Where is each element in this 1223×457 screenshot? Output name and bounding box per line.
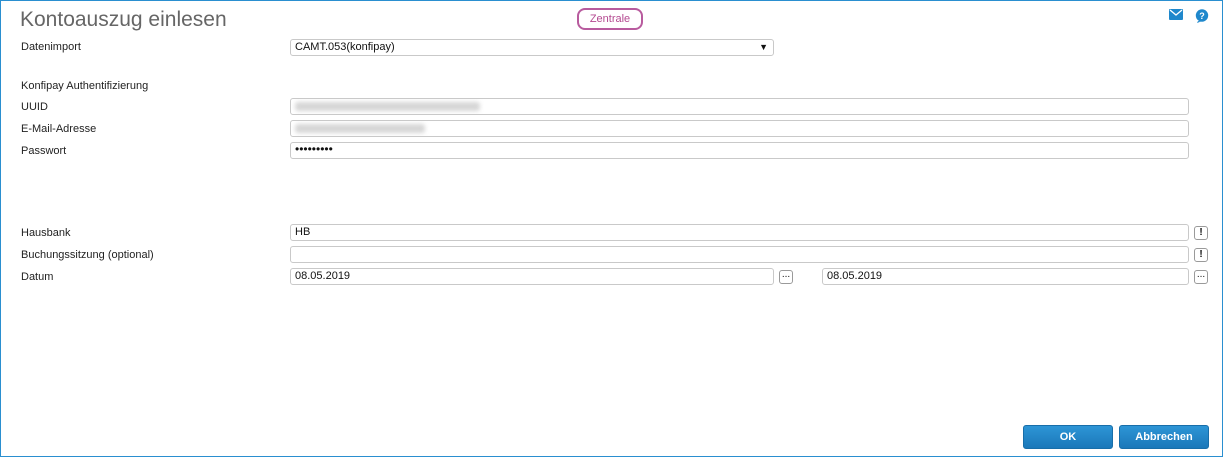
chevron-down-icon: ▼ (759, 42, 768, 52)
page-title: Kontoauszug einlesen (20, 8, 227, 31)
hausbank-input[interactable]: HB (290, 224, 1189, 241)
datum-from-input[interactable]: 08.05.2019 (290, 268, 774, 285)
datum-to-value: 08.05.2019 (827, 270, 883, 282)
buchungssitzung-label: Buchungssitzung (optional) (21, 249, 154, 261)
uuid-label: UUID (21, 101, 48, 113)
passwort-label: Passwort (21, 145, 67, 157)
hausbank-lookup-button[interactable]: ! (1194, 226, 1208, 240)
auth-section-heading: Konfipay Authentifizierung (21, 80, 149, 92)
email-label: E-Mail-Adresse (21, 123, 97, 135)
svg-text:?: ? (1199, 11, 1205, 21)
datum-to-picker-button[interactable]: ... (1194, 270, 1208, 284)
buchungssitzung-lookup-button[interactable]: ! (1194, 248, 1208, 262)
hausbank-value: HB (295, 226, 311, 238)
datum-from-picker-button[interactable]: ... (779, 270, 793, 284)
datum-from-value: 08.05.2019 (295, 270, 351, 282)
hausbank-label: Hausbank (21, 227, 71, 239)
passwort-input[interactable]: ••••••••• (290, 142, 1189, 159)
datenimport-select[interactable]: CAMT.053(konfipay) ▼ (290, 39, 774, 56)
buchungssitzung-input[interactable] (290, 246, 1189, 263)
cancel-button[interactable]: Abbrechen (1119, 425, 1209, 449)
email-value (295, 124, 425, 133)
location-badge[interactable]: Zentrale (577, 8, 643, 30)
datum-to-input[interactable]: 08.05.2019 (822, 268, 1189, 285)
help-icon[interactable]: ? (1195, 9, 1209, 26)
passwort-value: ••••••••• (295, 142, 333, 156)
datum-label: Datum (21, 271, 54, 283)
ok-button[interactable]: OK (1023, 425, 1113, 449)
uuid-input[interactable] (290, 98, 1189, 115)
uuid-value (295, 102, 480, 111)
envelope-icon[interactable] (1169, 9, 1183, 23)
datenimport-label: Datenimport (21, 41, 81, 53)
datenimport-value: CAMT.053(konfipay) (295, 41, 395, 53)
email-input[interactable] (290, 120, 1189, 137)
